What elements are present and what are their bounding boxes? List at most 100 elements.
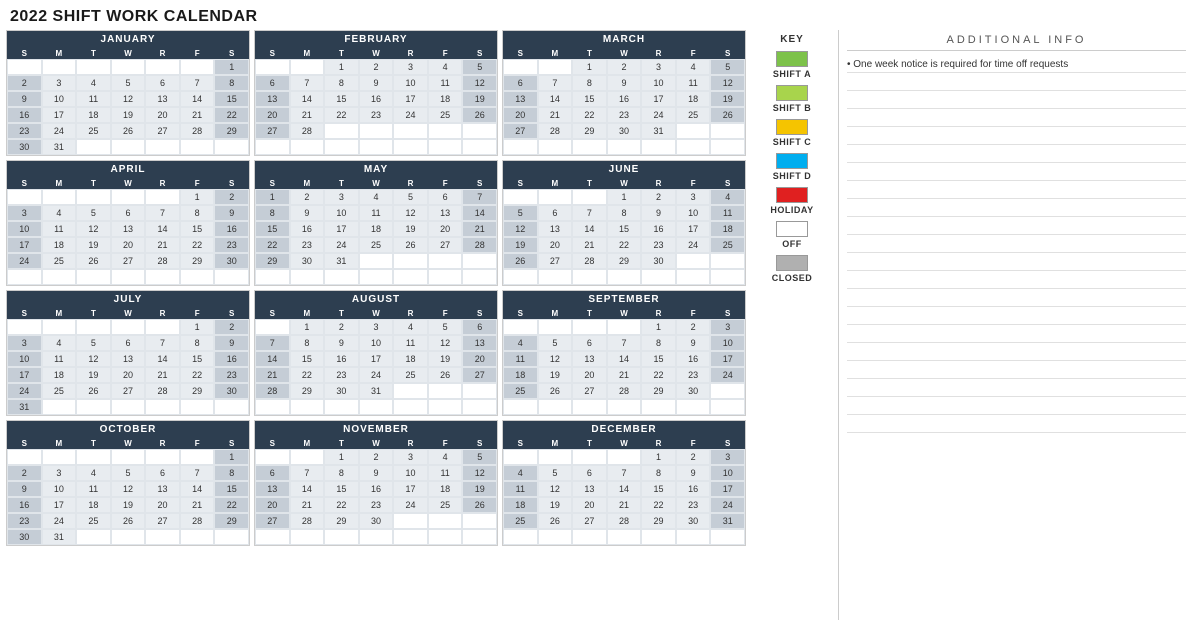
- calendar-cell: 18: [428, 91, 463, 107]
- calendar-cell: [462, 269, 497, 285]
- calendar-cell: 12: [393, 205, 428, 221]
- calendar-cell: [641, 269, 676, 285]
- calendar-cell: 15: [214, 481, 249, 497]
- calendar-cell: 24: [42, 123, 77, 139]
- calendar-cell: [324, 399, 359, 415]
- calendar-cell: 10: [42, 481, 77, 497]
- calendar-cell: 12: [538, 481, 573, 497]
- calendar-cell: 5: [428, 319, 463, 335]
- calendar-cell: [607, 319, 642, 335]
- calendar-cell: [503, 139, 538, 155]
- key-item-closed: CLOSED: [754, 255, 830, 283]
- calendar-cell: 18: [676, 91, 711, 107]
- calendar-cell: 4: [503, 335, 538, 351]
- key-swatch: [776, 119, 808, 135]
- key-item-shift-c: SHIFT C: [754, 119, 830, 147]
- calendar-cell: 25: [42, 253, 77, 269]
- calendar-cell: 14: [145, 221, 180, 237]
- calendar-cell: 29: [180, 253, 215, 269]
- calendar-cell: 9: [214, 205, 249, 221]
- calendar-cell: 15: [572, 91, 607, 107]
- calendar-cell: 9: [290, 205, 325, 221]
- day-of-week-label: S: [214, 48, 249, 59]
- calendar-cell: [538, 139, 573, 155]
- calendar-cell: 30: [7, 139, 42, 155]
- calendar-cell: 16: [214, 221, 249, 237]
- calendar-december: DECEMBERSMTWRFS1234567891011121314151617…: [502, 420, 746, 546]
- key-label: HOLIDAY: [770, 205, 813, 215]
- calendar-cell: 6: [572, 465, 607, 481]
- calendar-cell: 20: [145, 107, 180, 123]
- calendar-cell: [462, 253, 497, 269]
- info-row-blank: [847, 163, 1186, 181]
- day-of-week-label: W: [359, 438, 394, 449]
- calendar-cell: [324, 123, 359, 139]
- calendar-cell: 3: [324, 189, 359, 205]
- calendar-cell: 26: [76, 383, 111, 399]
- calendar-cell: 13: [145, 91, 180, 107]
- day-of-week-label: S: [503, 48, 538, 59]
- calendar-cell: 8: [607, 205, 642, 221]
- calendar-cell: 4: [76, 75, 111, 91]
- day-of-week-label: F: [428, 178, 463, 189]
- calendar-cell: [7, 269, 42, 285]
- calendar-cell: [290, 269, 325, 285]
- calendar-cell: 2: [359, 449, 394, 465]
- info-row-blank: [847, 289, 1186, 307]
- calendar-cell: 28: [180, 513, 215, 529]
- calendar-cell: [676, 269, 711, 285]
- calendar-cell: [676, 529, 711, 545]
- calendar-cell: [145, 319, 180, 335]
- calendar-cell: 1: [290, 319, 325, 335]
- calendar-cell: 28: [145, 253, 180, 269]
- calendar-cell: 29: [572, 123, 607, 139]
- day-of-week-label: F: [676, 178, 711, 189]
- calendar-cell: 16: [359, 481, 394, 497]
- calendar-cell: [572, 269, 607, 285]
- info-row-blank: [847, 181, 1186, 199]
- calendar-cell: 9: [7, 91, 42, 107]
- calendar-cell: [503, 189, 538, 205]
- day-of-week-label: S: [7, 48, 42, 59]
- info-row-blank: [847, 235, 1186, 253]
- calendar-cell: 21: [462, 221, 497, 237]
- calendar-cell: [76, 189, 111, 205]
- calendar-cell: [76, 399, 111, 415]
- day-of-week-label: F: [676, 438, 711, 449]
- calendar-cell: 7: [145, 335, 180, 351]
- calendar-cell: 1: [641, 449, 676, 465]
- calendar-cell: [180, 399, 215, 415]
- calendar-cell: [538, 449, 573, 465]
- calendar-cell: [572, 319, 607, 335]
- calendar-cell: 30: [676, 383, 711, 399]
- calendar-cell: 5: [462, 449, 497, 465]
- calendar-cell: 2: [214, 319, 249, 335]
- day-of-week-label: F: [180, 308, 215, 319]
- calendar-cell: 30: [324, 383, 359, 399]
- calendar-cell: 19: [76, 237, 111, 253]
- calendar-cell: 22: [324, 107, 359, 123]
- calendar-cell: 3: [393, 449, 428, 465]
- calendar-cell: [572, 139, 607, 155]
- day-of-week-label: S: [214, 308, 249, 319]
- calendar-cell: [710, 399, 745, 415]
- calendar-cell: 5: [111, 75, 146, 91]
- calendar-cell: 8: [641, 335, 676, 351]
- calendar-cell: 1: [607, 189, 642, 205]
- info-row-blank: [847, 271, 1186, 289]
- calendar-cell: 22: [607, 237, 642, 253]
- calendar-cell: 8: [641, 465, 676, 481]
- calendar-cell: 21: [290, 497, 325, 513]
- calendar-cell: 5: [111, 465, 146, 481]
- calendar-header: JULY: [7, 291, 249, 308]
- calendar-cell: [214, 399, 249, 415]
- day-of-week-label: S: [255, 178, 290, 189]
- calendar-cell: [180, 59, 215, 75]
- key-swatch: [776, 187, 808, 203]
- calendar-cell: [42, 59, 77, 75]
- calendar-cell: 9: [359, 75, 394, 91]
- calendar-cell: 20: [462, 351, 497, 367]
- info-row-blank: [847, 91, 1186, 109]
- calendar-cell: 23: [676, 367, 711, 383]
- calendar-cell: 19: [503, 237, 538, 253]
